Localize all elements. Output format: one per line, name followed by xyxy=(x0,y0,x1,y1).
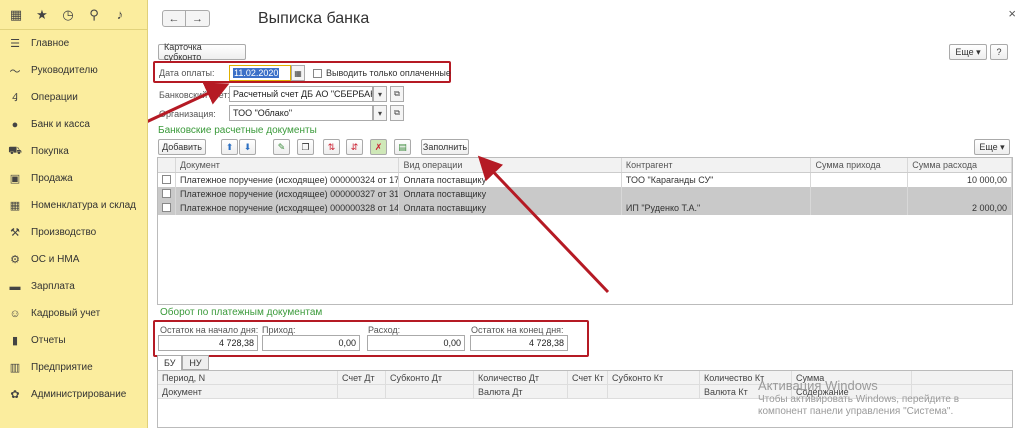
factory-icon: ⚒ xyxy=(10,227,20,239)
menu-icon: ☰ xyxy=(10,38,20,50)
sidebar-item[interactable]: ☺ Кадровый учет xyxy=(0,300,147,327)
sidebar-item-label: Главное xyxy=(31,38,70,49)
app-window: ▦ ★ ◷ ⚲ ♪ ☰ Главное 〜 Руководителю Ꜭ Операции… xyxy=(0,0,1024,428)
chart-line-icon: 〜 xyxy=(9,65,21,78)
sidebar-item-label: Предприятие xyxy=(31,362,93,373)
history-icon[interactable]: ◷ xyxy=(57,4,79,26)
sidebar-item[interactable]: ⛟ Покупка xyxy=(0,138,147,165)
gear-icon: ✿ xyxy=(10,389,20,401)
sidebar-item[interactable]: ☰ Главное xyxy=(0,30,147,57)
sidebar-item-label: Руководителю xyxy=(31,65,98,76)
sidebar-item-label: ОС и НМА xyxy=(31,254,80,265)
sidebar-item[interactable]: ⚒ Производство xyxy=(0,219,147,246)
watermark-line1: Активация Windows xyxy=(758,378,878,393)
arrow-to-fill xyxy=(477,155,610,294)
arrow-to-date xyxy=(148,82,230,123)
sidebar-item[interactable]: ✿ Администрирование xyxy=(0,381,147,408)
sidebar-nav: ☰ Главное 〜 Руководителю Ꜭ Операции ● Банк и ка… xyxy=(0,30,147,408)
assets-icon: ⚙ xyxy=(10,254,20,266)
salary-icon: ▬ xyxy=(9,280,21,293)
sidebar-item[interactable]: ▣ Продажа xyxy=(0,165,147,192)
bag-icon: ▣ xyxy=(9,173,21,185)
bell-icon[interactable]: ♪ xyxy=(109,4,131,26)
sidebar: ▦ ★ ◷ ⚲ ♪ ☰ Главное 〜 Руководителю Ꜭ Операции… xyxy=(0,0,148,428)
sidebar-item-label: Кадровый учет xyxy=(31,308,101,319)
enterprise-icon: ▥ xyxy=(9,362,21,374)
sidebar-item[interactable]: ▦ Номенклатура и склад xyxy=(0,192,147,219)
sidebar-item[interactable]: ● Банк и касса xyxy=(0,111,147,138)
annotation-arrows xyxy=(148,82,610,294)
sidebar-item[interactable]: ▮ Отчеты xyxy=(0,327,147,354)
sidebar-item-label: Производство xyxy=(31,227,97,238)
sidebar-item-label: Операции xyxy=(31,92,78,103)
sidebar-item-label: Отчеты xyxy=(31,335,66,346)
sidebar-item-label: Покупка xyxy=(31,146,69,157)
watermark-line2: Чтобы активировать Windows, перейдите в xyxy=(758,394,960,405)
person-icon: ☺ xyxy=(9,307,21,320)
watermark-line3: компонент панели управления "Система". xyxy=(758,406,954,417)
search-icon[interactable]: ⚲ xyxy=(83,4,105,26)
sidebar-item-label: Номенклатура и склад xyxy=(31,200,136,211)
bank-icon: ● xyxy=(11,118,19,131)
sidebar-item[interactable]: 〜 Руководителю xyxy=(0,57,147,84)
sidebar-item-label: Администрирование xyxy=(31,389,127,400)
sidebar-top-icons: ▦ ★ ◷ ⚲ ♪ xyxy=(0,0,147,30)
grid-icon[interactable]: ▦ xyxy=(5,4,27,26)
reports-icon: ▮ xyxy=(11,335,19,347)
operations-icon: Ꜭ xyxy=(11,92,19,104)
sidebar-item[interactable]: ▥ Предприятие xyxy=(0,354,147,381)
warehouse-icon: ▦ xyxy=(9,200,21,212)
star-icon[interactable]: ★ xyxy=(31,4,53,26)
sidebar-item[interactable]: ⚙ ОС и НМА xyxy=(0,246,147,273)
sidebar-item-label: Банк и касса xyxy=(31,119,90,130)
sidebar-item[interactable]: ▬ Зарплата xyxy=(0,273,147,300)
windows-watermark: Активация Windows Чтобы активировать Win… xyxy=(758,378,960,418)
sidebar-item-label: Зарплата xyxy=(31,281,75,292)
sidebar-item-label: Продажа xyxy=(31,173,73,184)
sidebar-item[interactable]: Ꜭ Операции xyxy=(0,84,147,111)
cart-icon: ⛟ xyxy=(8,144,22,157)
main-panel: ← → Выписка банка × Карточка субконто Ещ… xyxy=(148,0,1024,428)
